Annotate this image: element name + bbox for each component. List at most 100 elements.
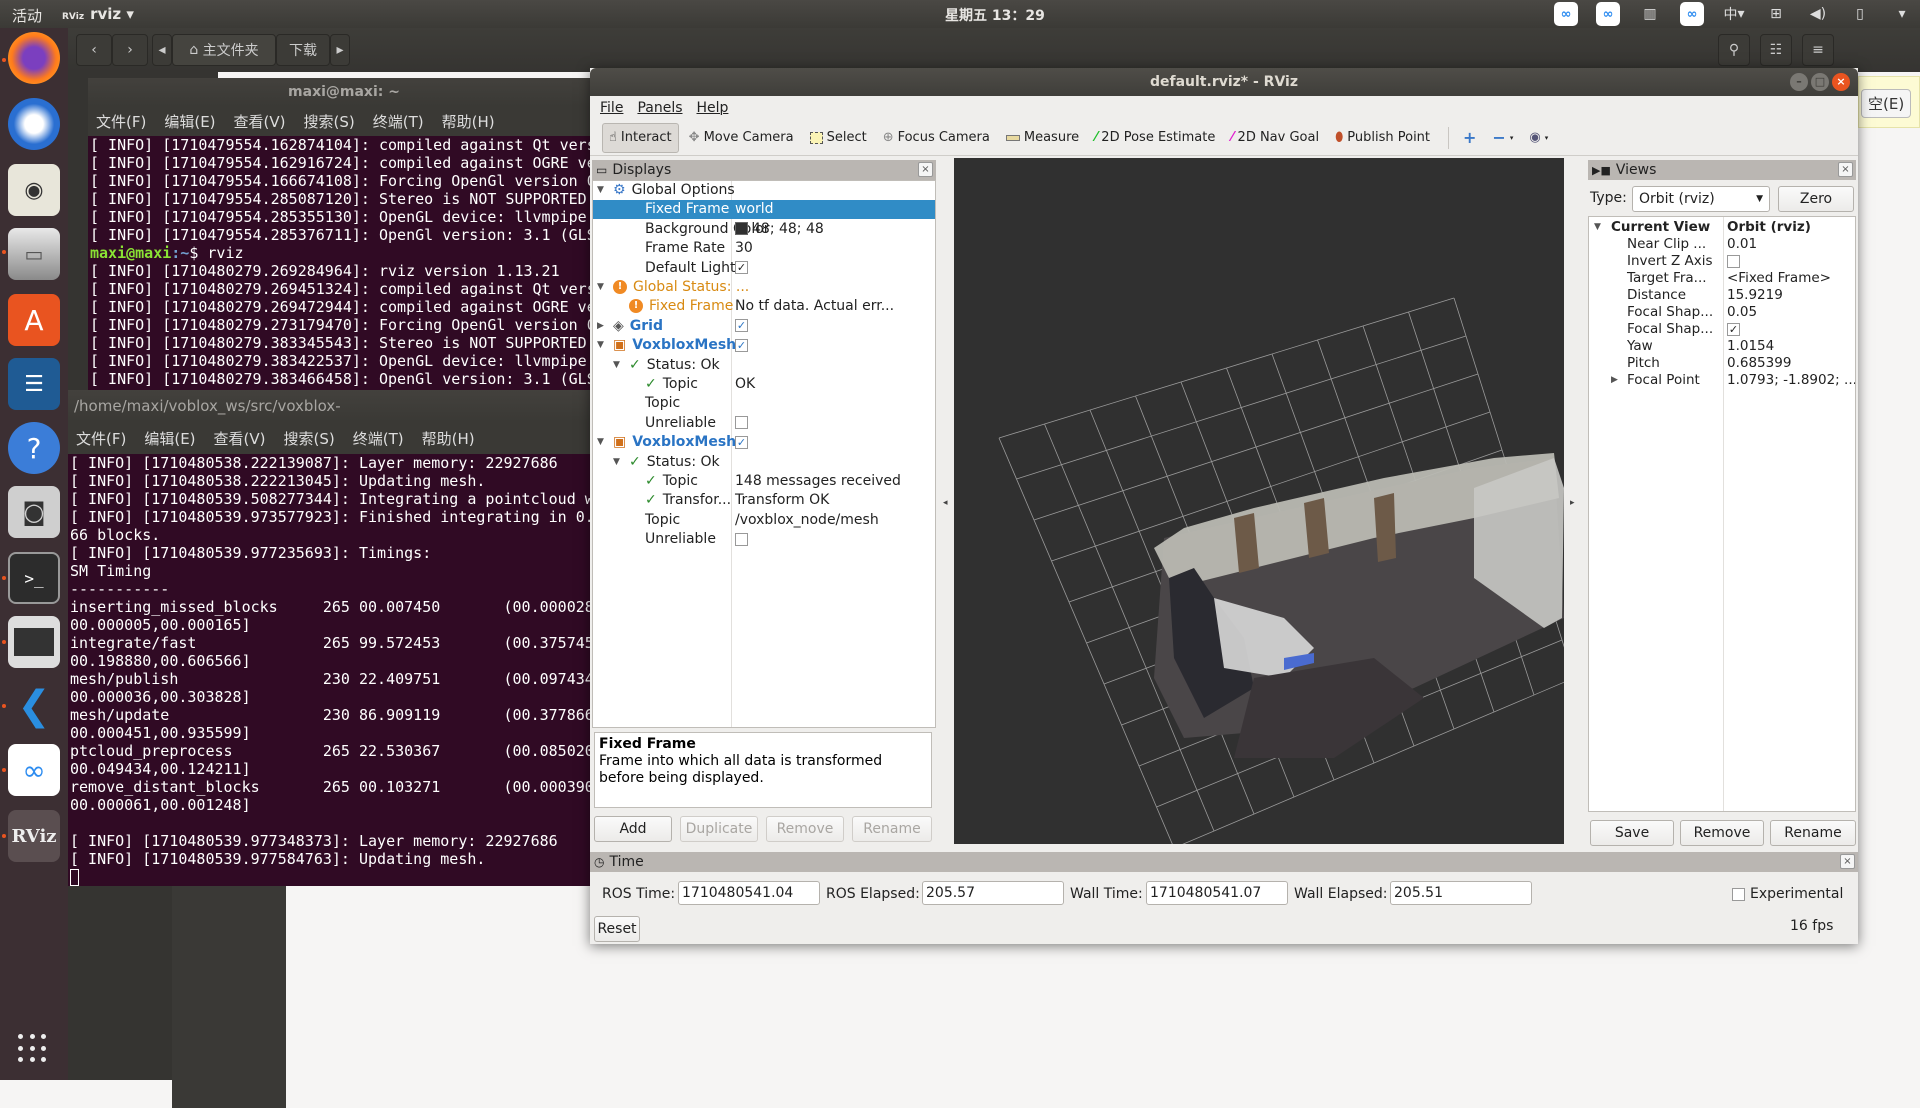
menu-view[interactable]: 查看(V) <box>234 111 286 132</box>
menu-help[interactable]: 帮助(H) <box>422 428 475 449</box>
tool-interact[interactable]: ☝ Interact <box>602 122 679 153</box>
view-property-row[interactable]: Distance 15.9219 <box>1589 287 1855 304</box>
expand-arrow-icon[interactable]: ▼ <box>613 356 620 375</box>
collapse-right-handle[interactable]: ▸ <box>1570 498 1575 508</box>
display-row[interactable]: ▼ ✓ Status: Ok <box>593 453 935 472</box>
breadcrumb-downloads[interactable]: 下载 <box>276 34 330 66</box>
displays-tree[interactable]: ▼ ⚙ Global Options Fixed Frame world Backgrou… <box>592 180 936 728</box>
minimize-button[interactable]: – <box>1790 73 1808 91</box>
ubuntu-software-icon[interactable]: A <box>8 294 60 346</box>
checkbox[interactable]: ✓ <box>735 319 748 333</box>
path-right-button[interactable]: ▸ <box>330 34 350 66</box>
maximize-button[interactable]: □ <box>1811 73 1829 91</box>
display-row[interactable]: Unreliable <box>593 414 935 433</box>
reset-button[interactable]: Reset <box>594 916 640 942</box>
system-menu-icon[interactable]: ▾ <box>1890 2 1914 26</box>
expand-arrow-icon[interactable]: ▼ <box>613 453 620 472</box>
display-row[interactable]: ▼ ▣ VoxbloxMesh ✓ <box>593 433 935 452</box>
display-row[interactable]: Frame Rate 30 <box>593 239 935 258</box>
display-row[interactable]: Topic <box>593 394 935 413</box>
tool-2d-pose-estimate[interactable]: ⁄ 2D Pose Estimate <box>1089 123 1221 153</box>
tool-measure[interactable]: Measure <box>1000 123 1085 153</box>
display-row[interactable]: Topic/voxblox_node/mesh <box>593 511 935 530</box>
expand-arrow-icon[interactable]: ▼ <box>1594 219 1601 236</box>
rename-view-button[interactable]: Rename <box>1770 820 1856 846</box>
close-button[interactable]: × <box>1832 73 1850 91</box>
baidu-netdisk-icon[interactable]: ∞ <box>1554 2 1578 26</box>
menu-icon[interactable]: ≡ <box>1802 34 1834 66</box>
wall-time-field[interactable]: 1710480541.07 <box>1146 881 1288 905</box>
checkbox[interactable] <box>735 416 748 430</box>
view-property-row[interactable]: Invert Z Axis <box>1589 253 1855 270</box>
view-property-row[interactable]: Pitch 0.685399 <box>1589 355 1855 372</box>
display-row[interactable]: ! Fixed Frame No tf data. Actual err... <box>593 297 935 316</box>
volume-icon[interactable]: ◀) <box>1806 2 1830 26</box>
checkbox[interactable] <box>735 532 748 546</box>
tool-move-camera[interactable]: ✥ Move Camera <box>683 123 800 153</box>
tool-select[interactable]: Select <box>804 123 873 153</box>
display-row[interactable]: ✓ Transfor... Transform OK <box>593 491 935 510</box>
show-applications-icon[interactable] <box>18 1034 48 1064</box>
view-property-row[interactable]: ▶ Focal Point 1.0793; -1.8902; ... <box>1589 372 1855 389</box>
remove-tool-button[interactable]: − ▾ <box>1486 123 1519 153</box>
display-value[interactable]: ✓ <box>735 317 748 336</box>
terminal1-titlebar[interactable]: maxi@maxi: ~ <box>88 78 600 106</box>
breadcrumb-home[interactable]: ⌂ 主文件夹 <box>172 34 276 66</box>
view-property-row[interactable]: Focal Shap... 0.05 <box>1589 304 1855 321</box>
menu-search[interactable]: 搜索(S) <box>284 428 335 449</box>
add-tool-button[interactable]: + <box>1457 123 1482 153</box>
checkbox[interactable] <box>1727 254 1740 268</box>
rhythmbox-icon[interactable]: ◉ <box>8 164 60 216</box>
duplicate-display-button[interactable]: Duplicate <box>680 816 758 842</box>
view-property-row[interactable]: ▼ Current View Orbit (rviz) <box>1589 219 1855 236</box>
libreoffice-impress-icon[interactable]: ☰ <box>8 358 60 410</box>
display-row[interactable]: Unreliable <box>593 530 935 549</box>
forward-button[interactable]: › <box>112 34 148 66</box>
terminal2-titlebar[interactable]: /home/maxi/voblox_ws/src/voxblox-master/… <box>68 390 600 447</box>
display-value[interactable] <box>735 414 748 433</box>
collapse-left-handle[interactable]: ◂ <box>943 498 948 508</box>
menu-search[interactable]: 搜索(S) <box>304 111 355 132</box>
view-property-row[interactable]: Focal Shap... ✓ <box>1589 321 1855 338</box>
display-value[interactable]: ✓ <box>735 433 748 452</box>
checkbox[interactable]: ✓ <box>1727 322 1740 336</box>
files-icon[interactable]: ▭ <box>8 228 60 280</box>
camera-icon[interactable]: ◙ <box>8 486 60 538</box>
back-button[interactable]: ‹ <box>76 34 112 66</box>
vscode-icon[interactable]: ❮ <box>8 680 60 732</box>
save-view-button[interactable]: Save <box>1590 820 1674 846</box>
menu-help[interactable]: 帮助(H) <box>442 111 495 132</box>
input-method-icon[interactable]: 中 ▾ <box>1722 2 1746 26</box>
menu-file[interactable]: 文件(F) <box>96 111 146 132</box>
checkbox[interactable]: ✓ <box>735 261 748 275</box>
add-display-button[interactable]: Add <box>594 816 672 842</box>
menu-file[interactable]: 文件(F) <box>76 428 126 449</box>
view-property-row[interactable]: Yaw 1.0154 <box>1589 338 1855 355</box>
terminal2-output[interactable]: [ INFO] [1710480538.222139087]: Layer me… <box>68 454 600 886</box>
display-row[interactable]: Fixed Frame world <box>593 200 935 220</box>
zero-button[interactable]: Zero <box>1778 186 1854 212</box>
view-property-row[interactable]: Near Clip ... 0.01 <box>1589 236 1855 253</box>
baidu-netdisk-icon[interactable]: ∞ <box>8 744 60 796</box>
display-row[interactable]: ✓ Topic OK <box>593 375 935 394</box>
network-icon[interactable]: ⊞ <box>1764 2 1788 26</box>
remove-view-button[interactable]: Remove <box>1680 820 1764 846</box>
expand-arrow-icon[interactable]: ▼ <box>597 433 604 452</box>
display-row[interactable]: ▼ ▣ VoxbloxMesh ✓ <box>593 336 935 355</box>
menu-help[interactable]: Help <box>697 100 729 116</box>
display-value[interactable]: ✓ <box>735 336 748 355</box>
tool-2d-nav-goal[interactable]: ⁄ 2D Nav Goal <box>1225 123 1325 153</box>
search-icon[interactable]: ⚲ <box>1718 34 1750 66</box>
clear-button[interactable]: 空(E) <box>1861 89 1912 118</box>
baidu-netdisk-icon[interactable]: ∞ <box>1680 2 1704 26</box>
tool-focus-camera[interactable]: ⊕ Focus Camera <box>877 123 996 153</box>
firefox-icon[interactable] <box>8 32 60 84</box>
tool-publish-point[interactable]: ⬮ Publish Point <box>1329 123 1436 153</box>
expand-arrow-icon[interactable]: ▼ <box>597 278 604 297</box>
thunderbird-icon[interactable] <box>8 98 60 150</box>
view-type-select[interactable]: Orbit (rviz) ▼ <box>1632 186 1770 212</box>
close-panel-button[interactable]: × <box>1838 162 1853 177</box>
collapse-arrow-icon[interactable]: ▶ <box>1611 372 1618 389</box>
display-row[interactable]: Background Color 48; 48; 48 <box>593 220 935 239</box>
terminal-icon[interactable]: >_ <box>8 552 60 604</box>
